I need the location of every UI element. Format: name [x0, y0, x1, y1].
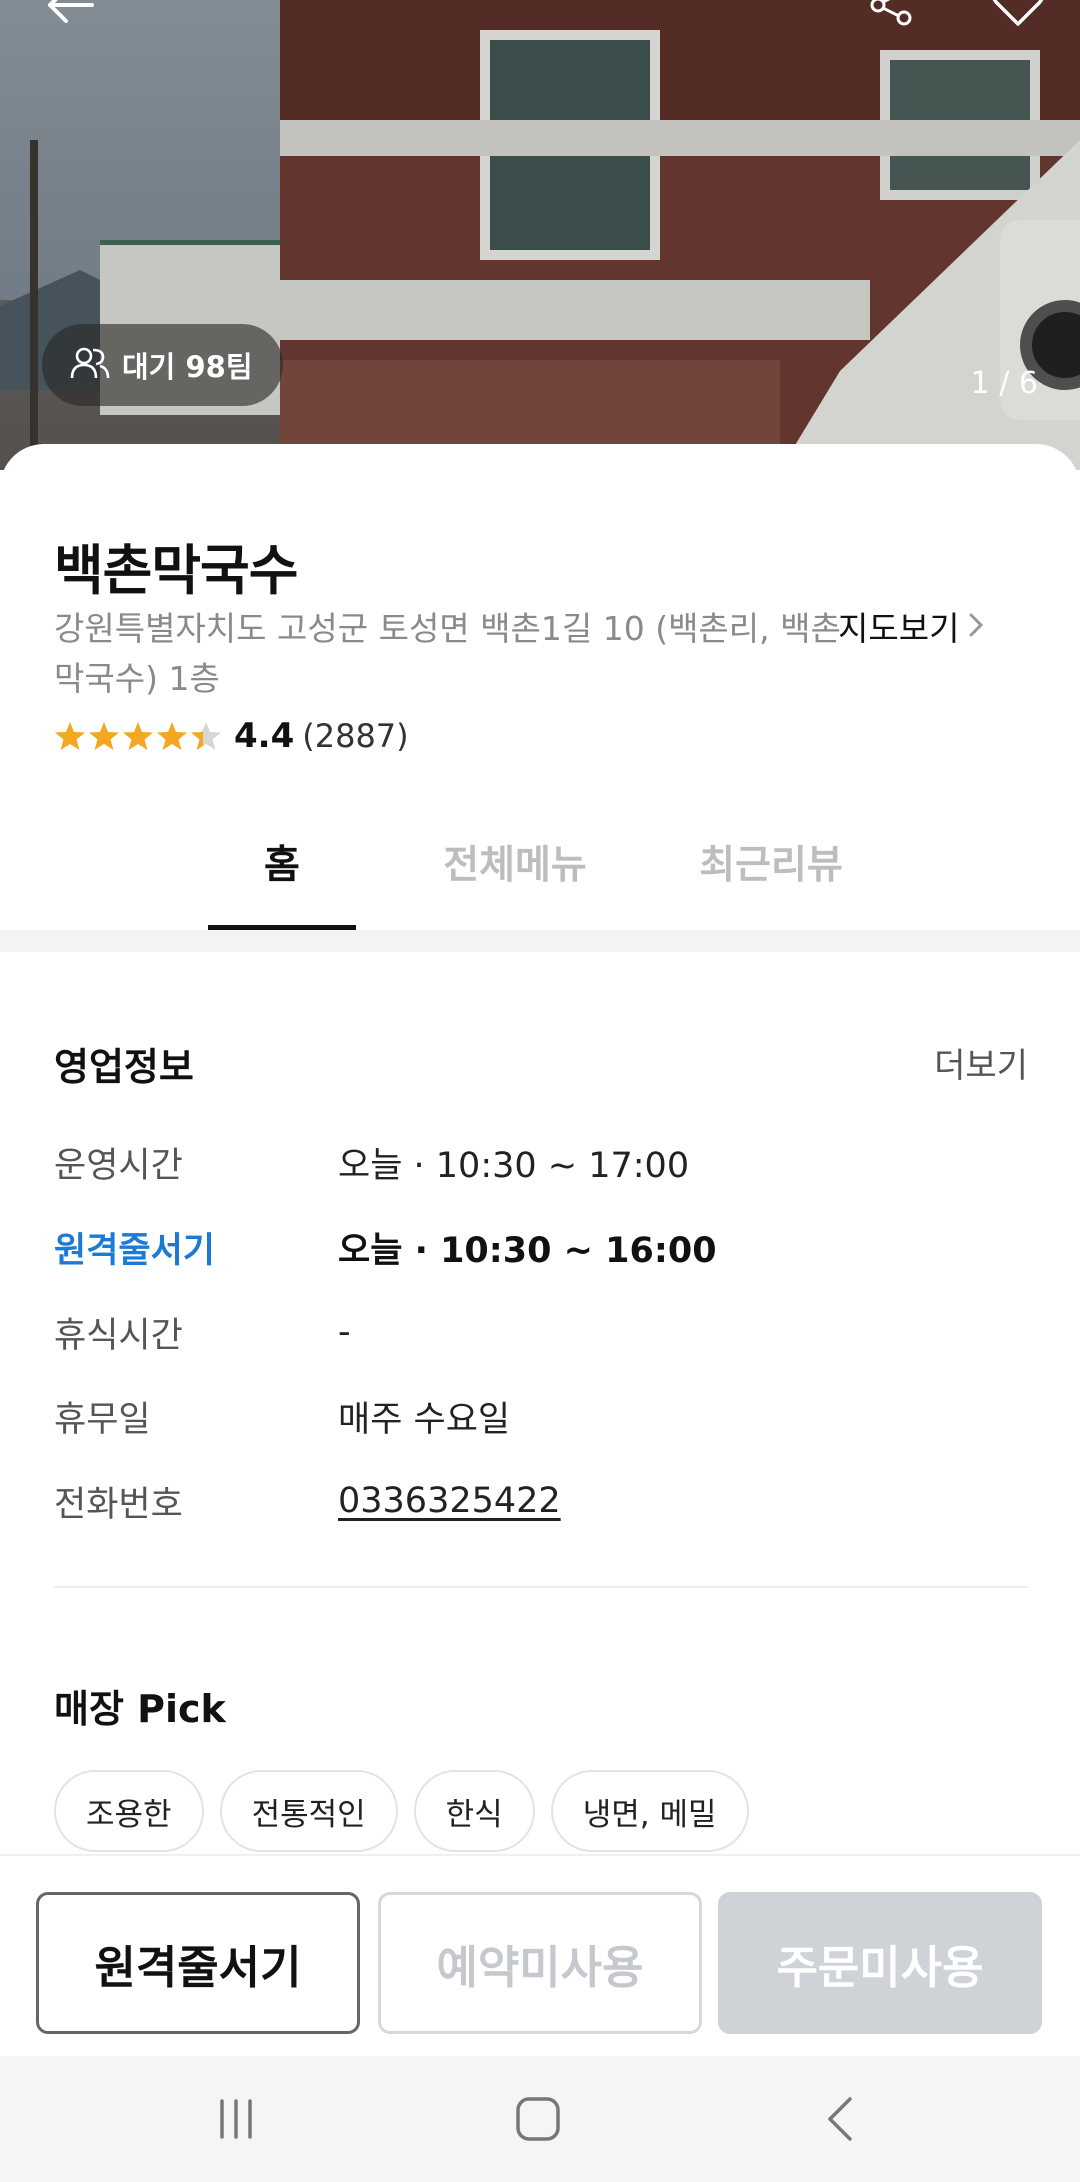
- bottom-action-bar: 원격줄서기 예약미사용 주문미사용: [0, 1854, 1080, 2056]
- info-label: 전화번호: [54, 1484, 183, 1525]
- arrow-left-icon[interactable]: [40, 0, 100, 30]
- section-divider: [0, 930, 1080, 952]
- order-button[interactable]: 주문미사용: [718, 1892, 1042, 2034]
- info-value: 오늘 · 10:30 ~ 17:00: [338, 1145, 690, 1186]
- business-info-more-link[interactable]: 더보기: [934, 1038, 1028, 1087]
- wait-count-label: 대기 98팀: [122, 350, 253, 384]
- people-icon: [70, 346, 110, 384]
- remote-queue-button[interactable]: 원격줄서기: [36, 1892, 360, 2034]
- info-value: 매주 수요일: [338, 1399, 511, 1440]
- store-name: 백촌막국수: [54, 539, 298, 602]
- business-info-title: 영업정보: [54, 1045, 194, 1089]
- info-row-phone: 전화번호 0336325422: [54, 1471, 1034, 1531]
- star-rating: [54, 720, 222, 752]
- star-icon: [55, 722, 85, 750]
- star-icon: [89, 722, 119, 750]
- tag-chip[interactable]: 조용한: [54, 1770, 204, 1852]
- reservation-button[interactable]: 예약미사용: [378, 1892, 702, 2034]
- review-count: (2887): [302, 717, 409, 755]
- tag-chip[interactable]: 한식: [413, 1770, 535, 1852]
- info-label: 원격줄서기: [54, 1230, 216, 1271]
- tag-chip[interactable]: 전통적인: [219, 1770, 398, 1852]
- map-view-link[interactable]: 지도보기: [838, 604, 985, 654]
- share-icon[interactable]: [866, 0, 916, 30]
- info-label: 휴무일: [54, 1399, 151, 1440]
- store-pick-title: 매장 Pick: [54, 1687, 226, 1731]
- tag-chip[interactable]: 냉면, 메밀: [550, 1770, 749, 1852]
- recents-icon[interactable]: [206, 2089, 266, 2149]
- photo-counter: 1 / 6: [970, 366, 1038, 401]
- rating[interactable]: 4.4 (2887): [54, 716, 409, 756]
- phone-number-link[interactable]: 0336325422: [338, 1481, 561, 1521]
- info-row-break-time: 휴식시간 -: [54, 1302, 1034, 1362]
- home-icon[interactable]: [508, 2089, 568, 2149]
- info-row-hours: 운영시간 오늘 · 10:30 ~ 17:00: [54, 1132, 1034, 1192]
- divider: [54, 1586, 1028, 1588]
- tab-bar: 홈 전체메뉴 최근리뷰: [0, 794, 1080, 930]
- store-pick-chips: 조용한 전통적인 한식 냉면, 메밀: [54, 1770, 749, 1852]
- star-icon: [123, 722, 153, 750]
- map-view-label: 지도보기: [838, 609, 960, 648]
- info-value: -: [338, 1312, 351, 1352]
- info-value: 오늘 · 10:30 ~ 16:00: [338, 1230, 717, 1271]
- chevron-right-icon: [967, 604, 985, 654]
- back-icon[interactable]: [812, 2089, 872, 2149]
- wait-count-badge: 대기 98팀: [42, 324, 283, 406]
- info-label: 운영시간: [54, 1145, 183, 1186]
- info-row-closed-day: 휴무일 매주 수요일: [54, 1386, 1034, 1446]
- tab-recent-reviews[interactable]: 최근리뷰: [676, 794, 866, 930]
- heart-icon[interactable]: [990, 0, 1046, 30]
- tab-full-menu[interactable]: 전체메뉴: [420, 794, 610, 930]
- store-detail-sheet[interactable]: 백촌막국수 강원특별자치도 고성군 토성면 백촌1길 10 (백촌리, 백촌막국…: [0, 444, 1080, 1854]
- store-address: 강원특별자치도 고성군 토성면 백촌1길 10 (백촌리, 백촌막국수) 1층: [54, 609, 841, 698]
- info-row-remote-queue: 원격줄서기 오늘 · 10:30 ~ 16:00: [54, 1217, 1034, 1277]
- rating-score: 4.4: [234, 716, 295, 756]
- tab-home[interactable]: 홈: [208, 794, 356, 930]
- star-icon: [191, 722, 221, 750]
- info-label: 휴식시간: [54, 1315, 183, 1356]
- star-icon: [157, 722, 187, 750]
- system-nav-bar: [0, 2056, 1080, 2182]
